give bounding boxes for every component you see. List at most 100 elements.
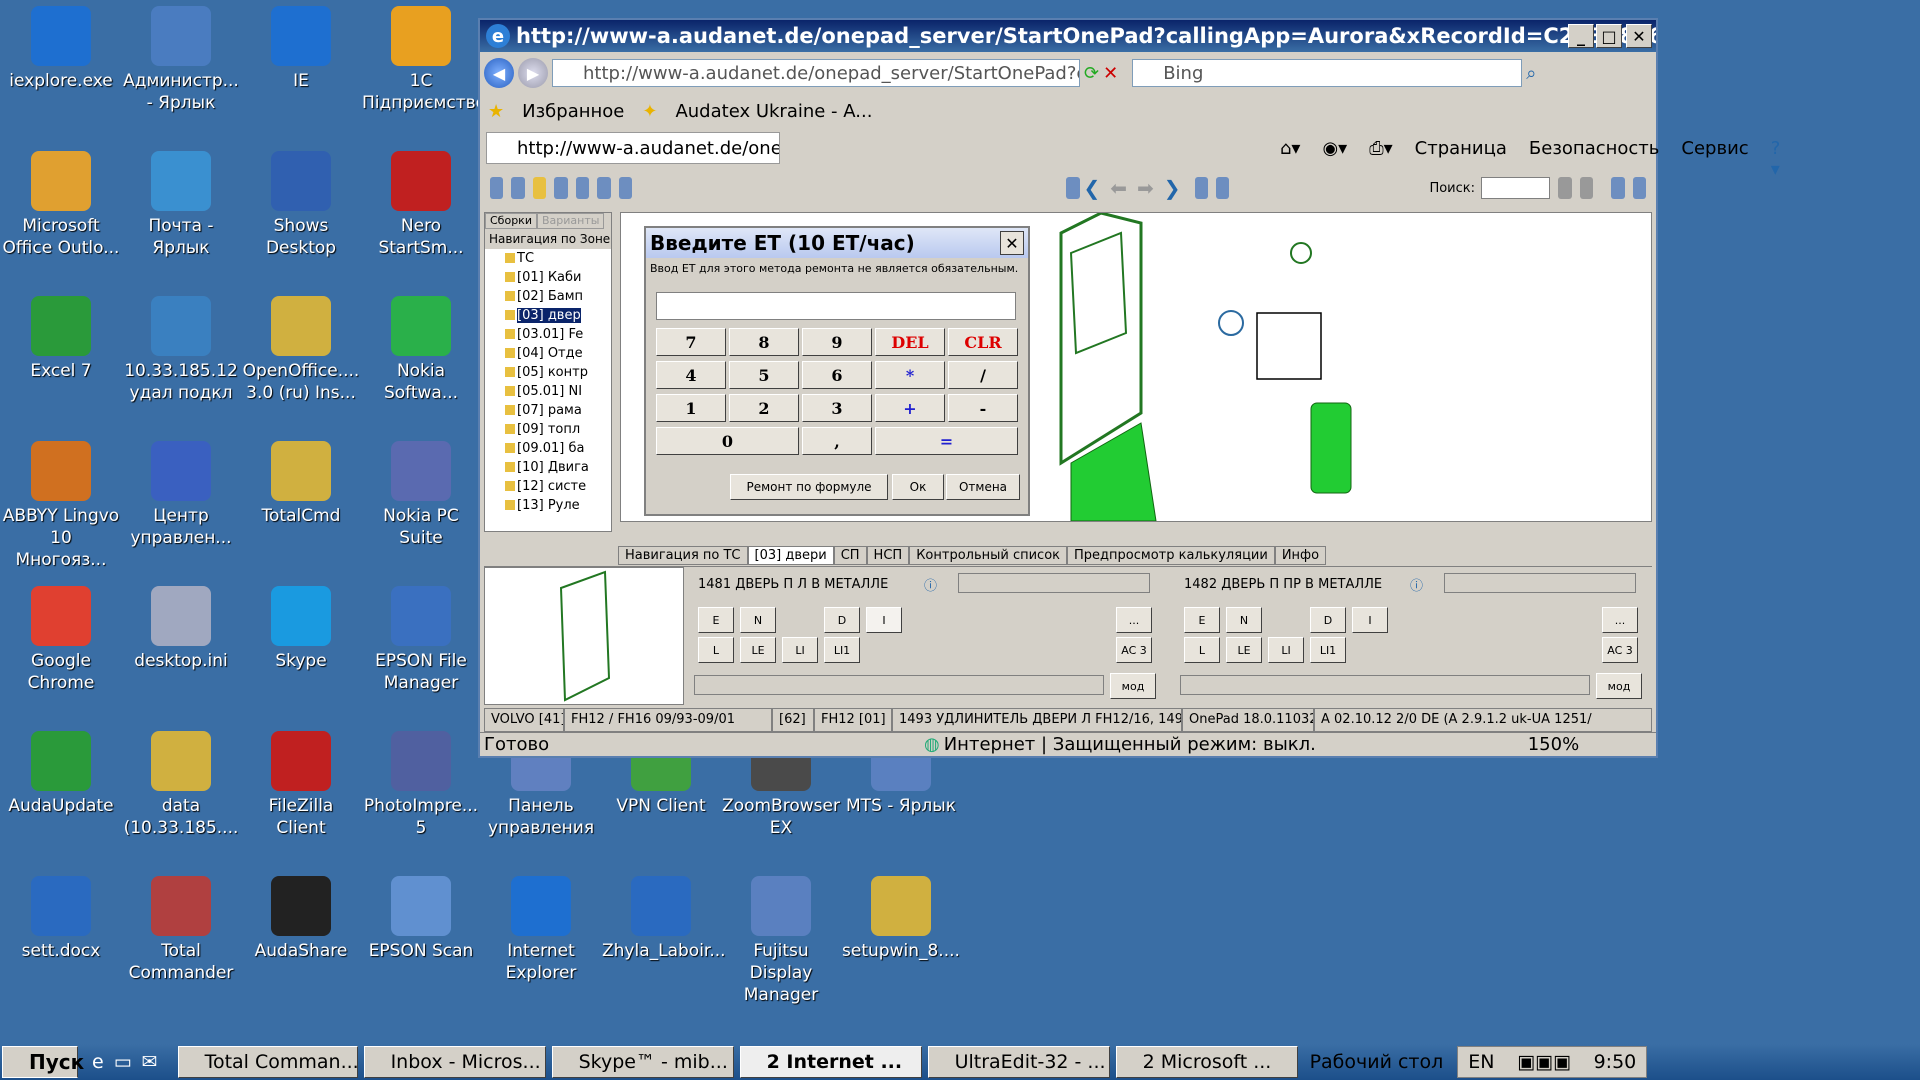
desktop-icon[interactable]: sett.docx [2,876,120,962]
btn-ac3[interactable]: AC 3 [1116,637,1152,663]
forward-icon[interactable]: ▶ [518,58,548,88]
desktop-icon[interactable]: Excel 7 [2,296,120,382]
zoom-icon[interactable] [1194,177,1208,199]
desktop-icon[interactable]: IE [242,6,360,92]
btn-d[interactable]: D [1310,607,1346,633]
fit-icon[interactable] [1216,177,1230,199]
info-icon[interactable]: ⓘ [924,575,937,594]
maximize-button[interactable]: □ [1596,24,1622,48]
tree-item[interactable]: [09] топл [485,420,611,439]
tree-item[interactable]: [09.01] ба [485,439,611,458]
settings-icon[interactable] [511,177,525,199]
key-button[interactable]: 9 [802,328,872,356]
info-icon[interactable]: ⓘ [1410,575,1423,594]
desktop-icon[interactable]: TotalCmd [242,441,360,527]
btn-le[interactable]: LE [1226,637,1262,663]
desktop-icon[interactable]: desktop.ini [122,586,240,672]
desktop-icon[interactable]: 1С Підприємство [362,6,486,114]
browser-tab[interactable]: http://www-a.audanet.de/one... [486,132,780,164]
desktop-icon[interactable]: Total Commander [122,876,240,984]
desktop-icon[interactable]: Internet Explorer [482,876,600,984]
part-field[interactable] [958,573,1150,593]
desktop-icon[interactable]: Google Chrome [2,586,120,694]
key-button[interactable]: + [875,394,945,422]
desktop-icon[interactable]: Nokia Softwa... [362,296,480,404]
key-button[interactable]: * [875,361,945,389]
checklist-icon[interactable] [575,177,590,199]
desktop-icon[interactable]: ABBYY Lingvo 10 Многояз... [2,441,120,571]
zoom-level[interactable]: 150% [1528,734,1579,755]
btn-e[interactable]: E [698,607,734,633]
tree-item[interactable]: [05] контр [485,363,611,382]
help-icon[interactable]: ?▾ [1771,138,1781,180]
et-input[interactable] [656,292,1016,320]
btn-e[interactable]: E [1184,607,1220,633]
menu-tools[interactable]: Сервис [1681,138,1748,180]
tree-item[interactable]: [12] систе [485,477,611,496]
key-button[interactable]: 3 [802,394,872,422]
btn-more[interactable]: ... [1602,607,1638,633]
btn-li1[interactable]: LI1 [1310,637,1346,663]
tab-doors[interactable]: [03] двери [747,546,834,565]
tab-sp[interactable]: СП [833,546,867,565]
desktop-toolbar-label[interactable]: Рабочий стол [1310,1051,1444,1073]
btn-i[interactable]: I [1352,607,1388,633]
quicklaunch-ie-icon[interactable]: e [92,1051,104,1073]
desktop-icon[interactable]: Nero StartSm... [362,151,480,259]
taskbar-word[interactable]: 2 Microsoft ... [1115,1046,1298,1078]
key-button[interactable]: 5 [729,361,799,389]
close-button[interactable]: ✕ [1626,24,1652,48]
taskbar-totalcmd[interactable]: Total Comman... [177,1046,358,1078]
ok-button[interactable]: Ок [892,474,944,500]
key-button[interactable]: 8 [729,328,799,356]
favorites-star-icon[interactable]: ★ [488,101,504,122]
tab-checklist[interactable]: Контрольный список [909,546,1068,565]
cancel-button[interactable]: Отмена [946,474,1020,500]
key-button[interactable]: = [875,427,1018,455]
fullscreen-icon[interactable] [1611,177,1625,199]
search-input[interactable]: Bing [1132,59,1523,87]
tree-item[interactable]: [04] Отде [485,344,611,363]
desktop-icon[interactable]: FileZilla Client [242,731,360,839]
tree-item[interactable]: [03] двер [485,306,611,325]
edit-icon[interactable] [597,177,611,199]
forward-arrow-icon[interactable]: ➡ [1137,176,1154,200]
clear-icon[interactable] [1579,177,1594,199]
info-icon[interactable] [618,177,633,199]
quicklaunch-outlook-icon[interactable]: ✉ [142,1051,158,1073]
desktop-icon[interactable]: setupwin_8.... [842,876,960,962]
prev-icon[interactable]: ❮ [1084,176,1101,200]
tab-assemblies[interactable]: Сборки [485,213,537,229]
key-button[interactable]: 4 [656,361,726,389]
desktop-icon[interactable]: Microsoft Office Outlo... [2,151,120,259]
flag-icon[interactable] [532,177,547,199]
exit-icon[interactable] [1632,177,1646,199]
favorite-link[interactable]: Audatex Ukraine - A... [675,101,872,122]
favorites-button[interactable]: Избранное [522,101,624,122]
btn-le[interactable]: LE [740,637,776,663]
tab-vehicle-nav[interactable]: Навигация по ТС [618,546,748,565]
btn-d[interactable]: D [824,607,860,633]
btn-li1[interactable]: LI1 [824,637,860,663]
next-icon[interactable]: ❯ [1164,176,1181,200]
tab-info[interactable]: Инфо [1274,546,1327,565]
btn-mod[interactable]: мод [1110,673,1156,699]
search-icon[interactable]: ⌕ [1526,63,1536,84]
tab-variants[interactable]: Варианты [536,213,605,229]
btn-more[interactable]: ... [1116,607,1152,633]
desktop-icon[interactable]: Администр... - Ярлык [122,6,240,114]
formula-button[interactable]: Ремонт по формуле [730,474,888,500]
desktop-icon[interactable]: Skype [242,586,360,672]
tree-item[interactable]: ТС [485,249,611,268]
save-icon[interactable] [490,177,504,199]
search-go-icon[interactable] [1558,177,1572,199]
desktop-icon[interactable]: Fujitsu Display Manager [722,876,840,1006]
btn-ac3[interactable]: AC 3 [1602,637,1638,663]
key-button[interactable]: , [802,427,872,455]
taskbar-ie[interactable]: 2 Internet ... [739,1046,922,1078]
key-button[interactable]: 0 [656,427,799,455]
tab-preview[interactable]: Предпросмотр калькуляции [1067,546,1275,565]
key-button[interactable]: 7 [656,328,726,356]
key-button[interactable]: CLR [948,328,1018,356]
tree-item[interactable]: [05.01] NI [485,382,611,401]
